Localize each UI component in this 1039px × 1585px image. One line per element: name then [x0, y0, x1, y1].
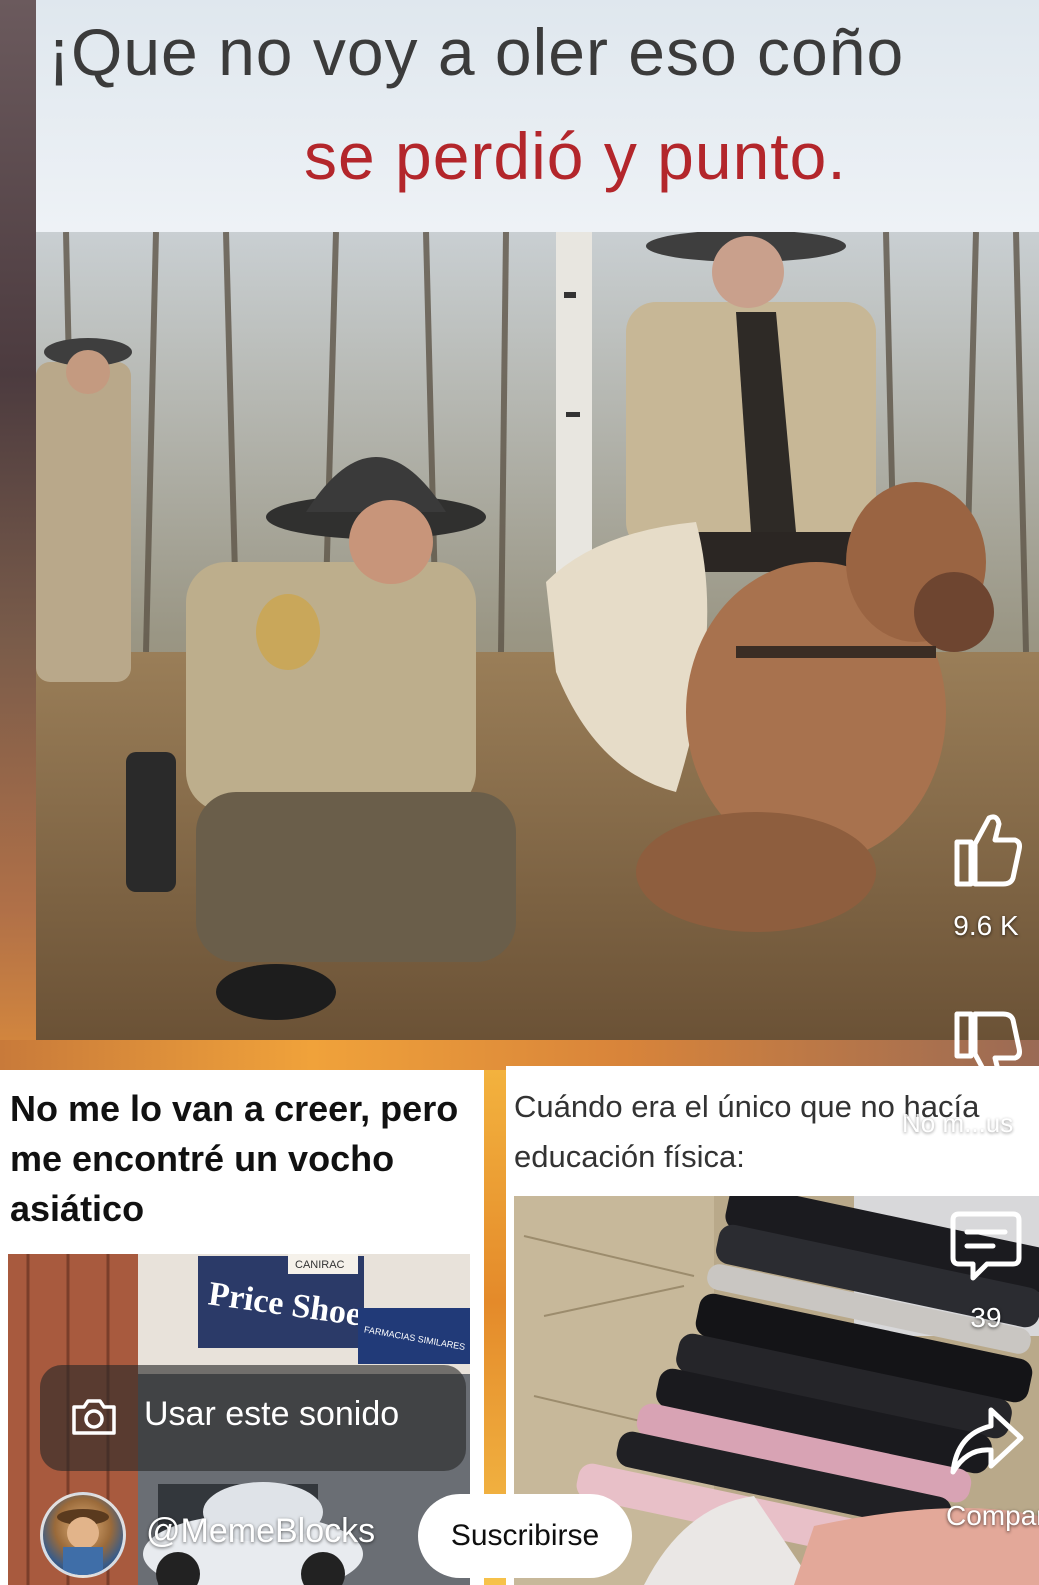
meme-caption: ¡Que no voy a oler eso coño se perdió y … — [36, 0, 1039, 232]
meme-caption-line2: se perdió y punto. — [304, 119, 847, 193]
subscribe-button[interactable]: Suscribirse — [418, 1494, 632, 1578]
thumbs-down-icon — [954, 1011, 1022, 1084]
channel-handle[interactable]: @MemeBlocks — [146, 1512, 375, 1551]
use-sound-label: Usar este sonido — [144, 1395, 400, 1433]
dislike-label: No m...us — [902, 1108, 1014, 1138]
channel-avatar[interactable] — [40, 1492, 126, 1578]
meme-photo — [36, 232, 1039, 1040]
comment-icon — [950, 1211, 1022, 1281]
avatar-image — [57, 1509, 109, 1575]
thumbs-up-icon — [954, 814, 1022, 887]
dislike-button[interactable] — [946, 1010, 1026, 1090]
meme-caption-line1: ¡Que no voy a oler eso coño — [48, 15, 905, 89]
share-button[interactable]: Compar — [946, 1404, 1039, 1532]
background-blur-left — [0, 0, 40, 1070]
share-icon — [950, 1407, 1024, 1475]
comment-count: 39 — [970, 1302, 1002, 1333]
use-sound-button[interactable]: Usar este sonido — [40, 1365, 466, 1471]
camera-icon — [72, 1399, 116, 1435]
comments-button[interactable]: 39 — [946, 1208, 1026, 1334]
meme-image: ¡Que no voy a oler eso coño se perdió y … — [36, 0, 1039, 1040]
share-label: Compar — [946, 1500, 1039, 1531]
like-count: 9.6 K — [953, 910, 1019, 941]
feed-card-left-text: No me lo van a creer, pero me encontré u… — [10, 1088, 459, 1229]
like-button[interactable]: 9.6 K — [946, 808, 1026, 942]
canirac-sign: CANIRAC — [295, 1259, 345, 1271]
